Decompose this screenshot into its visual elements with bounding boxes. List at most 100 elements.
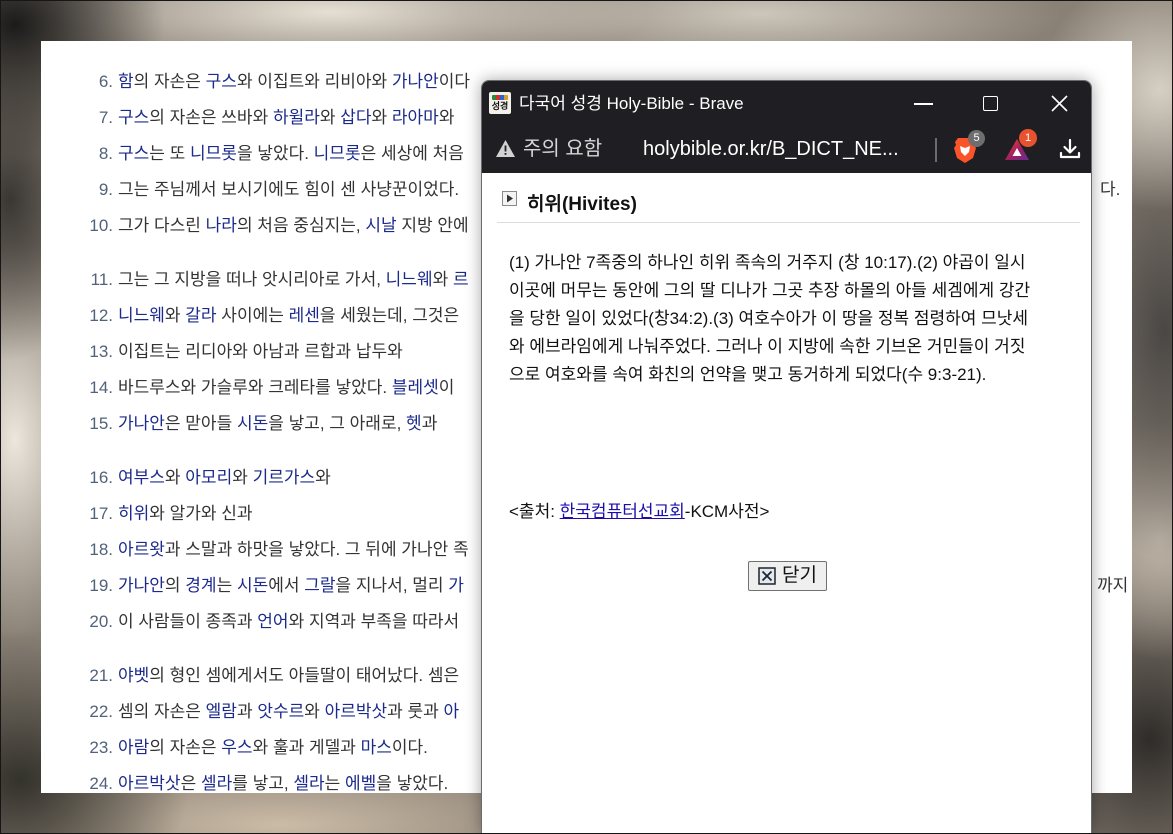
dictionary-word-link[interactable]: 갈라 xyxy=(185,306,216,325)
verse-text: 와 알가와 신과 xyxy=(149,504,253,523)
dictionary-word-link[interactable]: 셀라 xyxy=(293,774,324,793)
dictionary-word-link[interactable]: 니느웨 xyxy=(386,270,433,289)
dictionary-word-link[interactable]: 에벨 xyxy=(345,774,376,793)
verse-text: 과 xyxy=(421,414,438,433)
dictionary-word-link[interactable]: 야벳 xyxy=(118,666,149,685)
definition-text: (1) 가나안 7족중의 하나인 히위 족속의 거주지 (창 10:17).(2… xyxy=(509,249,1030,389)
dictionary-word-link[interactable]: 헷 xyxy=(406,414,422,433)
verse-text: 와 이집트와 리비아와 xyxy=(236,72,392,91)
verse-text: 셈의 자손은 xyxy=(118,702,206,721)
verse-text: 는 또 xyxy=(149,144,191,163)
definition-line: 이곳에 머무는 동안에 그의 딸 디나가 그곳 추장 하몰의 아들 세겜에게 강… xyxy=(509,281,1031,300)
brave-rewards-button[interactable]: 1 xyxy=(1001,126,1041,173)
dictionary-word-link[interactable]: 그랄 xyxy=(304,576,335,595)
verse-number: 10. xyxy=(89,216,113,235)
verse-text: 이다 xyxy=(438,72,471,91)
dictionary-word-link[interactable]: 하윌라 xyxy=(273,108,320,127)
dictionary-word-link[interactable]: 아르박삿 xyxy=(325,702,388,721)
verse-text: 을 낳았다. xyxy=(376,774,449,793)
dictionary-word-link[interactable]: 언어 xyxy=(257,612,288,631)
definition-line: 와 에브라임에게 나눠주었다. 그러나 이 지방에 속한 기브온 거민들이 거짓 xyxy=(509,337,1026,356)
dictionary-word-link[interactable]: 아모리 xyxy=(185,468,232,487)
close-popup-button[interactable]: 닫기 xyxy=(748,561,827,591)
close-window-button[interactable] xyxy=(1037,81,1083,126)
dictionary-word-link[interactable]: 블레셋 xyxy=(392,378,439,397)
dictionary-word-link[interactable]: 앗수르 xyxy=(257,702,304,721)
verse-text: 을 낳았다. xyxy=(236,144,314,163)
dictionary-word-link[interactable]: 시날 xyxy=(365,216,396,235)
url-field[interactable]: holybible.or.kr/B_DICT_NE... xyxy=(643,126,899,173)
close-icon xyxy=(1051,95,1068,112)
dictionary-word-link[interactable]: 시돈 xyxy=(237,414,268,433)
verse-text: 와 xyxy=(432,270,453,289)
maximize-button[interactable] xyxy=(968,81,1014,126)
close-button-label: 닫기 xyxy=(782,565,817,586)
warning-triangle-icon xyxy=(496,140,515,157)
verse-number: 8. xyxy=(98,144,113,163)
dictionary-word-link[interactable]: 기르가스 xyxy=(253,468,316,487)
verse-text: 과 룻과 xyxy=(387,702,444,721)
verse-number: 20. xyxy=(89,612,113,631)
verse-number: 18. xyxy=(89,540,113,559)
security-indicator[interactable]: 주의 요함 xyxy=(493,126,602,173)
verse-text: 을 지나서, 멀리 xyxy=(335,576,449,595)
dictionary-word-link[interactable]: 가 xyxy=(448,576,464,595)
verse-text: 의 xyxy=(164,576,186,595)
dictionary-word-link[interactable]: 우스 xyxy=(221,738,252,757)
verse-text: 그가 다스린 xyxy=(118,216,206,235)
dictionary-word-link[interactable]: 르 xyxy=(453,270,469,289)
security-label: 주의 요함 xyxy=(523,138,603,160)
verse-text: 에서 xyxy=(268,576,305,595)
dictionary-word-link[interactable]: 구스 xyxy=(118,108,149,127)
dictionary-word-link[interactable]: 구스 xyxy=(206,72,237,91)
dictionary-word-link[interactable]: 니느웨 xyxy=(118,306,165,325)
dictionary-word-link[interactable]: 가나안 xyxy=(118,576,165,595)
dictionary-word-link[interactable]: 나라 xyxy=(206,216,237,235)
dictionary-word-link[interactable]: 삽다 xyxy=(340,108,371,127)
dictionary-word-link[interactable]: 셀라 xyxy=(201,774,232,793)
dictionary-word-link[interactable]: 가나안 xyxy=(118,414,165,433)
dictionary-word-link[interactable]: 아 xyxy=(444,702,460,721)
browser-title-bar[interactable]: 성경 다국어 성경 Holy-Bible - Brave xyxy=(482,81,1091,126)
dictionary-word-link[interactable]: 마스 xyxy=(361,738,392,757)
definition-line: 으로 여호와를 속여 화친의 언약을 맺고 동거하게 되었다(수 9:3-21)… xyxy=(509,365,987,384)
favicon-logo-letters xyxy=(492,95,508,100)
holy-bible-favicon: 성경 xyxy=(489,92,511,114)
verse-text: 를 낳고, xyxy=(232,774,294,793)
dictionary-word-link[interactable]: 시돈 xyxy=(237,576,268,595)
dictionary-word-link[interactable]: 여부스 xyxy=(118,468,165,487)
window-title: 다국어 성경 Holy-Bible - Brave xyxy=(519,94,744,113)
verse-text: 을 낳고, 그 아래로, xyxy=(268,414,407,433)
verse-text: 와 지역과 부족을 따라서 xyxy=(288,612,460,631)
dictionary-word-link[interactable]: 구스 xyxy=(118,144,149,163)
downloads-button[interactable] xyxy=(1055,126,1087,173)
dictionary-word-link[interactable]: 라아마 xyxy=(392,108,439,127)
dictionary-word-link[interactable]: 경계 xyxy=(185,576,216,595)
dictionary-word-link[interactable]: 가나안 xyxy=(392,72,439,91)
dictionary-word-link[interactable]: 레센 xyxy=(289,306,320,325)
minimize-button[interactable] xyxy=(900,81,946,126)
dictionary-word-link[interactable]: 함 xyxy=(118,72,134,91)
dictionary-word-link[interactable]: 히위 xyxy=(118,504,149,523)
source-suffix: -KCM사전> xyxy=(684,502,770,521)
dictionary-word-link[interactable]: 엘람 xyxy=(206,702,237,721)
brave-shields-button[interactable]: 5 xyxy=(950,126,986,173)
source-prefix: <출처: xyxy=(509,502,560,521)
source-link[interactable]: 한국컴퓨터선교회 xyxy=(560,502,685,521)
verse-text: 을 세웠는데, 그것은 xyxy=(319,306,460,325)
dictionary-word-link[interactable]: 아르박삿 xyxy=(118,774,181,793)
expand-triangle-icon[interactable] xyxy=(502,191,517,206)
dictionary-word-link[interactable]: 아르왓 xyxy=(118,540,165,559)
verse-text: 사이에는 xyxy=(216,306,289,325)
verse-number: 21. xyxy=(89,666,113,685)
entry-title: 히위(Hivites) xyxy=(527,194,637,215)
dictionary-word-link[interactable]: 니므롯 xyxy=(190,144,237,163)
verse-number: 13. xyxy=(89,342,113,361)
verse-number: 12. xyxy=(89,306,113,325)
verse-number: 6. xyxy=(98,72,113,91)
dictionary-word-link[interactable]: 니므롯 xyxy=(314,144,361,163)
maximize-icon xyxy=(983,96,998,111)
dictionary-word-link[interactable]: 아람 xyxy=(118,738,149,757)
verse-text: 와 xyxy=(304,702,325,721)
verse-text: 이다. xyxy=(391,738,428,757)
